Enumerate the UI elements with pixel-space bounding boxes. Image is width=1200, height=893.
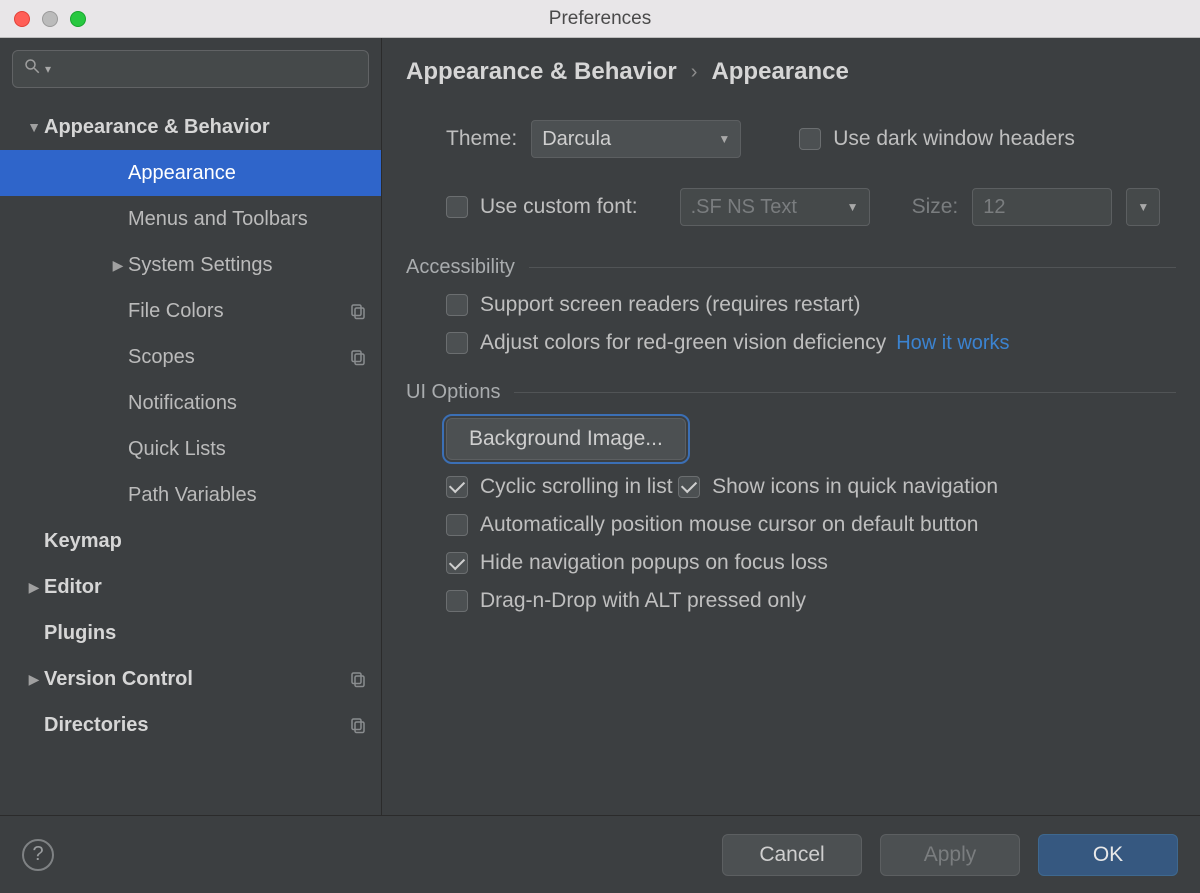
- auto-cursor-checkbox[interactable]: Automatically position mouse cursor on d…: [446, 513, 978, 537]
- chevron-down-icon: ▼: [718, 132, 730, 146]
- font-size-label: Size:: [912, 195, 959, 219]
- theme-label: Theme:: [446, 127, 517, 151]
- tree-item-label: Appearance & Behavior: [44, 116, 367, 139]
- background-image-button[interactable]: Background Image...: [446, 418, 686, 460]
- tree-item[interactable]: ▼Appearance & Behavior: [0, 104, 381, 150]
- disclosure-right-icon: ▶: [24, 671, 44, 688]
- tree-item[interactable]: Quick Lists: [0, 426, 381, 472]
- breadcrumb-root: Appearance & Behavior: [406, 58, 677, 86]
- theme-value: Darcula: [542, 128, 611, 151]
- screen-readers-checkbox[interactable]: Support screen readers (requires restart…: [446, 293, 861, 317]
- color-deficiency-checkbox[interactable]: Adjust colors for red-green vision defic…: [446, 331, 886, 355]
- tree-item-label: Scopes: [128, 346, 349, 369]
- use-custom-font-checkbox[interactable]: Use custom font:: [446, 195, 638, 219]
- tree-item-label: Plugins: [44, 622, 367, 645]
- tree-item[interactable]: Plugins: [0, 610, 381, 656]
- tree-item[interactable]: ▶Version Control: [0, 656, 381, 702]
- tree-item[interactable]: ▶System Settings: [0, 242, 381, 288]
- search-history-icon[interactable]: ▾: [45, 62, 51, 76]
- disclosure-down-icon: ▼: [24, 119, 44, 135]
- ok-button[interactable]: OK: [1038, 834, 1178, 876]
- section-accessibility: Accessibility: [406, 256, 1176, 279]
- hide-popups-checkbox[interactable]: Hide navigation popups on focus loss: [446, 551, 828, 575]
- tree-item[interactable]: Menus and Toolbars: [0, 196, 381, 242]
- font-size-stepper[interactable]: ▼: [1126, 188, 1160, 226]
- disclosure-right-icon: ▶: [24, 579, 44, 596]
- tree-item[interactable]: Directories: [0, 702, 381, 748]
- cyclic-scrolling-checkbox[interactable]: Cyclic scrolling in list: [446, 475, 673, 499]
- tree-item[interactable]: Scopes: [0, 334, 381, 380]
- settings-tree: ▼Appearance & Behavior Appearance Menus an…: [0, 98, 381, 815]
- apply-button[interactable]: Apply: [880, 834, 1020, 876]
- dnd-alt-checkbox[interactable]: Drag-n-Drop with ALT pressed only: [446, 589, 806, 613]
- tree-item-label: Notifications: [128, 392, 367, 415]
- font-name-select[interactable]: .SF NS Text ▼: [680, 188, 870, 226]
- font-size-input[interactable]: 12: [972, 188, 1112, 226]
- dark-headers-checkbox[interactable]: Use dark window headers: [799, 127, 1075, 151]
- tree-item-label: Appearance: [128, 162, 367, 185]
- sidebar: ▾ ▼Appearance & Behavior Appearance Menus …: [0, 38, 382, 815]
- help-button[interactable]: ?: [22, 839, 54, 871]
- font-name-value: .SF NS Text: [691, 196, 797, 219]
- tree-item[interactable]: File Colors: [0, 288, 381, 334]
- tree-item-label: File Colors: [128, 300, 349, 323]
- chevron-down-icon: ▼: [847, 200, 859, 214]
- settings-panel: Appearance & Behavior › Appearance Theme…: [382, 38, 1200, 815]
- breadcrumb-leaf: Appearance: [711, 58, 848, 86]
- tree-item-label: Quick Lists: [128, 438, 367, 461]
- chevron-right-icon: ›: [691, 61, 698, 84]
- tree-item[interactable]: Keymap: [0, 518, 381, 564]
- tree-item-label: Menus and Toolbars: [128, 208, 367, 231]
- tree-item-label: Version Control: [44, 668, 349, 691]
- project-scope-icon: [349, 302, 367, 320]
- theme-select[interactable]: Darcula ▼: [531, 120, 741, 158]
- search-input[interactable]: ▾: [12, 50, 369, 88]
- tree-item[interactable]: Path Variables: [0, 472, 381, 518]
- tree-item[interactable]: Appearance: [0, 150, 381, 196]
- tree-item[interactable]: Notifications: [0, 380, 381, 426]
- tree-item[interactable]: ▶Editor: [0, 564, 381, 610]
- quick-nav-icons-checkbox[interactable]: Show icons in quick navigation: [678, 475, 998, 499]
- how-it-works-link[interactable]: How it works: [896, 332, 1009, 355]
- project-scope-icon: [349, 670, 367, 688]
- disclosure-right-icon: ▶: [108, 257, 128, 274]
- window-title: Preferences: [0, 8, 1200, 30]
- dialog-footer: ? Cancel Apply OK: [0, 815, 1200, 893]
- tree-item-label: Editor: [44, 576, 367, 599]
- main: ▾ ▼Appearance & BehaviorAppearanceMenus …: [0, 38, 1200, 815]
- tree-item-label: System Settings: [128, 254, 367, 277]
- breadcrumb: Appearance & Behavior › Appearance: [382, 38, 1200, 102]
- project-scope-icon: [349, 348, 367, 366]
- tree-item-label: Path Variables: [128, 484, 367, 507]
- tree-item-label: Keymap: [44, 530, 367, 553]
- cancel-button[interactable]: Cancel: [722, 834, 862, 876]
- tree-item-label: Directories: [44, 714, 349, 737]
- titlebar: Preferences: [0, 0, 1200, 38]
- chevron-down-icon: ▼: [1137, 200, 1149, 214]
- search-icon: [23, 57, 41, 81]
- section-ui-options: UI Options: [406, 381, 1176, 404]
- project-scope-icon: [349, 716, 367, 734]
